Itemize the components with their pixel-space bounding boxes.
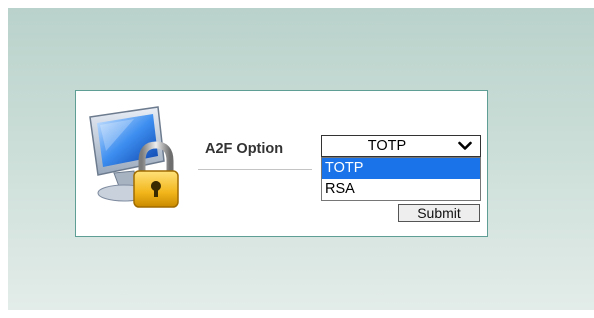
select-current-value: TOTP — [367, 138, 407, 154]
select-dropdown-list: TOTP RSA — [321, 157, 481, 201]
option-rsa[interactable]: RSA — [322, 179, 480, 200]
submit-button[interactable]: Submit — [398, 204, 480, 222]
a2f-form-panel: A2F Option Submit TOTP TOTP RSA — [75, 90, 488, 237]
a2f-option-select[interactable]: TOTP — [321, 135, 481, 157]
label-divider — [198, 169, 312, 170]
computer-lock-icon — [89, 106, 179, 208]
a2f-option-label: A2F Option — [205, 141, 284, 157]
chevron-down-icon — [458, 141, 472, 150]
option-totp[interactable]: TOTP — [322, 158, 480, 179]
